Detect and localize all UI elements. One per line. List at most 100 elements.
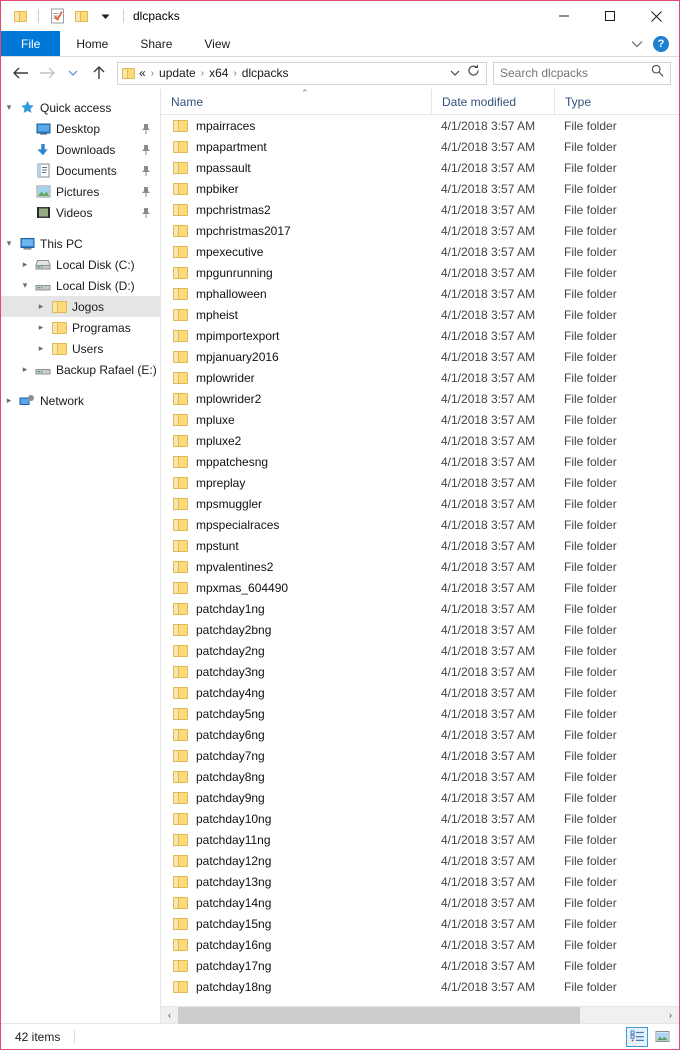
scroll-right-button[interactable]: › <box>662 1007 679 1024</box>
table-row[interactable]: patchday17ng 4/1/2018 3:57 AM File folder <box>161 955 679 976</box>
table-row[interactable]: mpbiker 4/1/2018 3:57 AM File folder <box>161 178 679 199</box>
chevron-right-icon[interactable]: ▸ <box>1 395 17 406</box>
up-button[interactable] <box>87 61 111 85</box>
table-row[interactable]: mpxmas_604490 4/1/2018 3:57 AM File folder <box>161 577 679 598</box>
sidebar-item-videos[interactable]: Videos <box>1 202 160 223</box>
pin-icon[interactable] <box>141 207 151 222</box>
chevron-down-icon[interactable]: ▾ <box>1 238 17 249</box>
column-header-type[interactable]: Type <box>554 88 679 115</box>
chevron-down-icon[interactable] <box>631 35 643 53</box>
breadcrumb-item-dlcpacks[interactable]: dlcpacks <box>242 66 289 80</box>
table-row[interactable]: patchday2ng 4/1/2018 3:57 AM File folder <box>161 640 679 661</box>
table-row[interactable]: patchday10ng 4/1/2018 3:57 AM File folder <box>161 808 679 829</box>
maximize-button[interactable] <box>587 1 633 31</box>
chevron-down-icon[interactable]: ▾ <box>1 102 17 113</box>
table-row[interactable]: mpexecutive 4/1/2018 3:57 AM File folder <box>161 241 679 262</box>
table-row[interactable]: mpreplay 4/1/2018 3:57 AM File folder <box>161 472 679 493</box>
recent-locations-button[interactable] <box>61 61 85 85</box>
search-icon[interactable] <box>651 64 664 82</box>
chevron-right-icon[interactable]: ▸ <box>33 322 49 333</box>
chevron-right-icon[interactable]: ▸ <box>33 343 49 354</box>
table-row[interactable]: mpluxe2 4/1/2018 3:57 AM File folder <box>161 430 679 451</box>
sidebar-item-this-pc[interactable]: ▾ This PC <box>1 233 160 254</box>
table-row[interactable]: mpjanuary2016 4/1/2018 3:57 AM File folder <box>161 346 679 367</box>
chevron-right-icon[interactable]: ▸ <box>17 364 33 375</box>
minimize-button[interactable] <box>541 1 587 31</box>
table-row[interactable]: mpchristmas2 4/1/2018 3:57 AM File folder <box>161 199 679 220</box>
table-row[interactable]: mpassault 4/1/2018 3:57 AM File folder <box>161 157 679 178</box>
sidebar-item-pictures[interactable]: Pictures <box>1 181 160 202</box>
address-breadcrumb-box[interactable]: « › update › x64 › dlcpacks <box>117 61 487 85</box>
forward-button[interactable] <box>35 61 59 85</box>
tab-file[interactable]: File <box>1 31 61 56</box>
table-row[interactable]: mpvalentines2 4/1/2018 3:57 AM File folder <box>161 556 679 577</box>
table-row[interactable]: patchday1ng 4/1/2018 3:57 AM File folder <box>161 598 679 619</box>
new-folder-icon[interactable] <box>70 5 92 27</box>
table-row[interactable]: patchday16ng 4/1/2018 3:57 AM File folder <box>161 934 679 955</box>
table-row[interactable]: mphalloween 4/1/2018 3:57 AM File folder <box>161 283 679 304</box>
chevron-right-icon[interactable]: ▸ <box>33 301 49 312</box>
sidebar-item-documents[interactable]: Documents <box>1 160 160 181</box>
table-row[interactable]: patchday3ng 4/1/2018 3:57 AM File folder <box>161 661 679 682</box>
properties-icon[interactable] <box>46 5 68 27</box>
customize-qat-icon[interactable] <box>94 5 116 27</box>
breadcrumb-item-x64[interactable]: x64 <box>209 66 228 80</box>
table-row[interactable]: mplowrider2 4/1/2018 3:57 AM File folder <box>161 388 679 409</box>
close-button[interactable] <box>633 1 679 31</box>
table-row[interactable]: patchday7ng 4/1/2018 3:57 AM File folder <box>161 745 679 766</box>
chevron-right-icon[interactable]: ▸ <box>17 259 33 270</box>
tab-view[interactable]: View <box>188 31 246 56</box>
search-input[interactable]: Search dlcpacks <box>500 66 651 80</box>
search-box[interactable]: Search dlcpacks <box>493 61 671 85</box>
column-header-date-modified[interactable]: Date modified <box>431 88 554 115</box>
table-row[interactable]: mppatchesng 4/1/2018 3:57 AM File folder <box>161 451 679 472</box>
breadcrumb-item-update[interactable]: update <box>159 66 196 80</box>
sidebar-item-network[interactable]: ▸ Network <box>1 390 160 411</box>
chevron-down-icon[interactable]: ▾ <box>17 280 33 291</box>
scrollbar-track[interactable] <box>178 1006 662 1024</box>
large-icons-view-button[interactable] <box>651 1027 673 1047</box>
table-row[interactable]: patchday18ng 4/1/2018 3:57 AM File folder <box>161 976 679 997</box>
table-row[interactable]: patchday4ng 4/1/2018 3:57 AM File folder <box>161 682 679 703</box>
table-row[interactable]: patchday8ng 4/1/2018 3:57 AM File folder <box>161 766 679 787</box>
sidebar-item-users[interactable]: ▸ Users <box>1 338 160 359</box>
table-row[interactable]: patchday9ng 4/1/2018 3:57 AM File folder <box>161 787 679 808</box>
sidebar-item-quick-access[interactable]: ▾ Quick access <box>1 97 160 118</box>
table-row[interactable]: patchday5ng 4/1/2018 3:57 AM File folder <box>161 703 679 724</box>
table-row[interactable]: mpimportexport 4/1/2018 3:57 AM File folde… <box>161 325 679 346</box>
sidebar-item-desktop[interactable]: Desktop <box>1 118 160 139</box>
scrollbar-thumb[interactable] <box>178 1006 580 1024</box>
table-row[interactable]: mpsmuggler 4/1/2018 3:57 AM File folder <box>161 493 679 514</box>
table-row[interactable]: mpchristmas2017 4/1/2018 3:57 AM File fold… <box>161 220 679 241</box>
pin-icon[interactable] <box>141 186 151 201</box>
sidebar-item-jogos[interactable]: ▸ Jogos <box>1 296 160 317</box>
refresh-icon[interactable] <box>467 64 480 82</box>
table-row[interactable]: patchday6ng 4/1/2018 3:57 AM File folder <box>161 724 679 745</box>
help-icon[interactable]: ? <box>653 35 669 52</box>
previous-locations-icon[interactable] <box>450 64 460 82</box>
sidebar-item-local-disk-c[interactable]: ▸ Local Disk (C:) <box>1 254 160 275</box>
breadcrumb-overflow[interactable]: « <box>139 66 146 80</box>
table-row[interactable]: patchday13ng 4/1/2018 3:57 AM File folder <box>161 871 679 892</box>
column-header-name[interactable]: Name ⌃ <box>161 88 431 115</box>
sidebar-item-programas[interactable]: ▸ Programas <box>1 317 160 338</box>
horizontal-scrollbar[interactable]: ‹ › <box>161 1006 679 1024</box>
table-row[interactable]: mpluxe 4/1/2018 3:57 AM File folder <box>161 409 679 430</box>
details-view-button[interactable] <box>626 1026 648 1047</box>
pin-icon[interactable] <box>141 144 151 159</box>
folder-icon[interactable] <box>9 5 31 27</box>
table-row[interactable]: mplowrider 4/1/2018 3:57 AM File folder <box>161 367 679 388</box>
pin-icon[interactable] <box>141 123 151 138</box>
table-row[interactable]: mpspecialraces 4/1/2018 3:57 AM File folde… <box>161 514 679 535</box>
table-row[interactable]: patchday14ng 4/1/2018 3:57 AM File folder <box>161 892 679 913</box>
table-row[interactable]: patchday11ng 4/1/2018 3:57 AM File folder <box>161 829 679 850</box>
table-row[interactable]: mpairraces 4/1/2018 3:57 AM File folder <box>161 115 679 136</box>
table-row[interactable]: mpapartment 4/1/2018 3:57 AM File folder <box>161 136 679 157</box>
table-row[interactable]: mpheist 4/1/2018 3:57 AM File folder <box>161 304 679 325</box>
tab-home[interactable]: Home <box>60 31 124 56</box>
sidebar-item-local-disk-d[interactable]: ▾ Local Disk (D:) <box>1 275 160 296</box>
sidebar-item-backup-rafael-e[interactable]: ▸ Backup Rafael (E:) <box>1 359 160 380</box>
pin-icon[interactable] <box>141 165 151 180</box>
sidebar-item-downloads[interactable]: Downloads <box>1 139 160 160</box>
table-row[interactable]: mpgunrunning 4/1/2018 3:57 AM File folder <box>161 262 679 283</box>
